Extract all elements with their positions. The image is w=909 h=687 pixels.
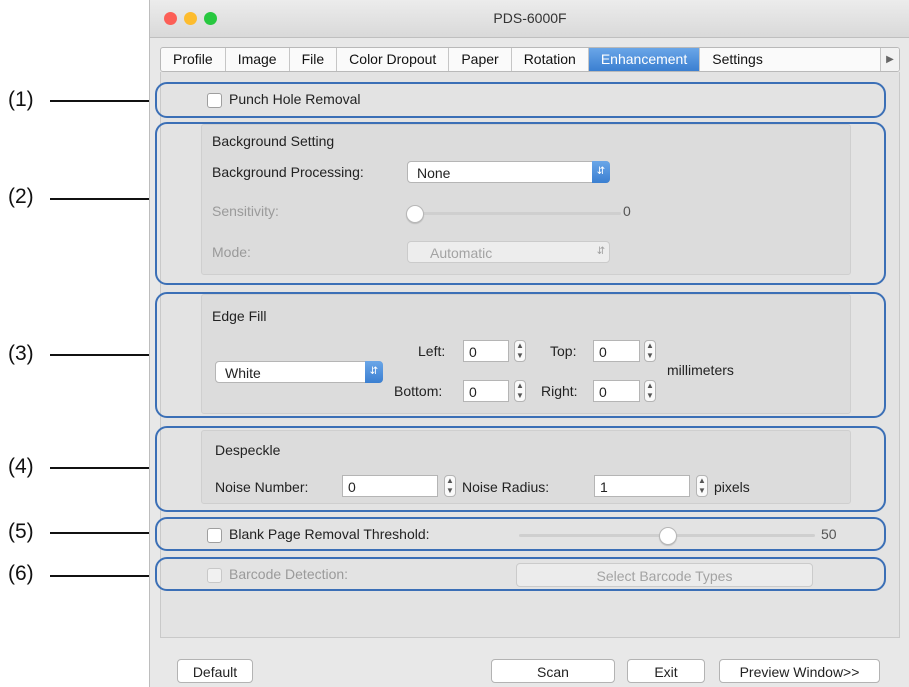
callout-1: (1) [8,88,34,111]
highlight-box-3 [155,292,886,418]
default-button[interactable]: Default [177,659,253,683]
tab-file[interactable]: File [290,48,338,71]
callout-3-line [50,354,154,356]
close-window-button[interactable] [164,12,177,25]
preview-window-button[interactable]: Preview Window>> [719,659,880,683]
callout-2-line [50,198,154,200]
callout-4: (4) [8,455,34,478]
callout-6: (6) [8,562,34,585]
callout-3: (3) [8,342,34,365]
enhancement-panel: Punch Hole Removal Background Setting Ba… [155,72,900,638]
zoom-window-button[interactable] [204,12,217,25]
tab-profile[interactable]: Profile [161,48,226,71]
highlight-box-2 [155,122,886,285]
tab-rotation[interactable]: Rotation [512,48,589,71]
exit-button[interactable]: Exit [627,659,705,683]
scan-button[interactable]: Scan [491,659,615,683]
callout-5-line [50,532,154,534]
tab-scroll-right-icon[interactable]: ▶ [880,48,899,71]
callout-4-line [50,467,154,469]
highlight-box-4 [155,426,886,512]
tab-bar: Profile Image File Color Dropout Paper R… [160,47,900,72]
callout-2: (2) [8,185,34,208]
tab-settings[interactable]: Settings [700,48,775,71]
tab-enhancement[interactable]: Enhancement [588,48,701,71]
highlight-box-5 [155,517,886,551]
highlight-box-1 [155,82,886,118]
minimize-window-button[interactable] [184,12,197,25]
window-title: PDS-6000F [493,10,567,26]
callout-1-line [50,100,154,102]
callout-5: (5) [8,520,34,543]
highlight-box-6 [155,557,886,591]
callout-6-line [50,575,154,577]
tab-color-dropout[interactable]: Color Dropout [337,48,450,71]
tab-paper[interactable]: Paper [449,48,512,71]
tab-image[interactable]: Image [226,48,290,71]
title-bar: PDS-6000F [150,0,909,38]
scanner-settings-window: PDS-6000F Profile Image File Color Dropo… [149,0,909,687]
